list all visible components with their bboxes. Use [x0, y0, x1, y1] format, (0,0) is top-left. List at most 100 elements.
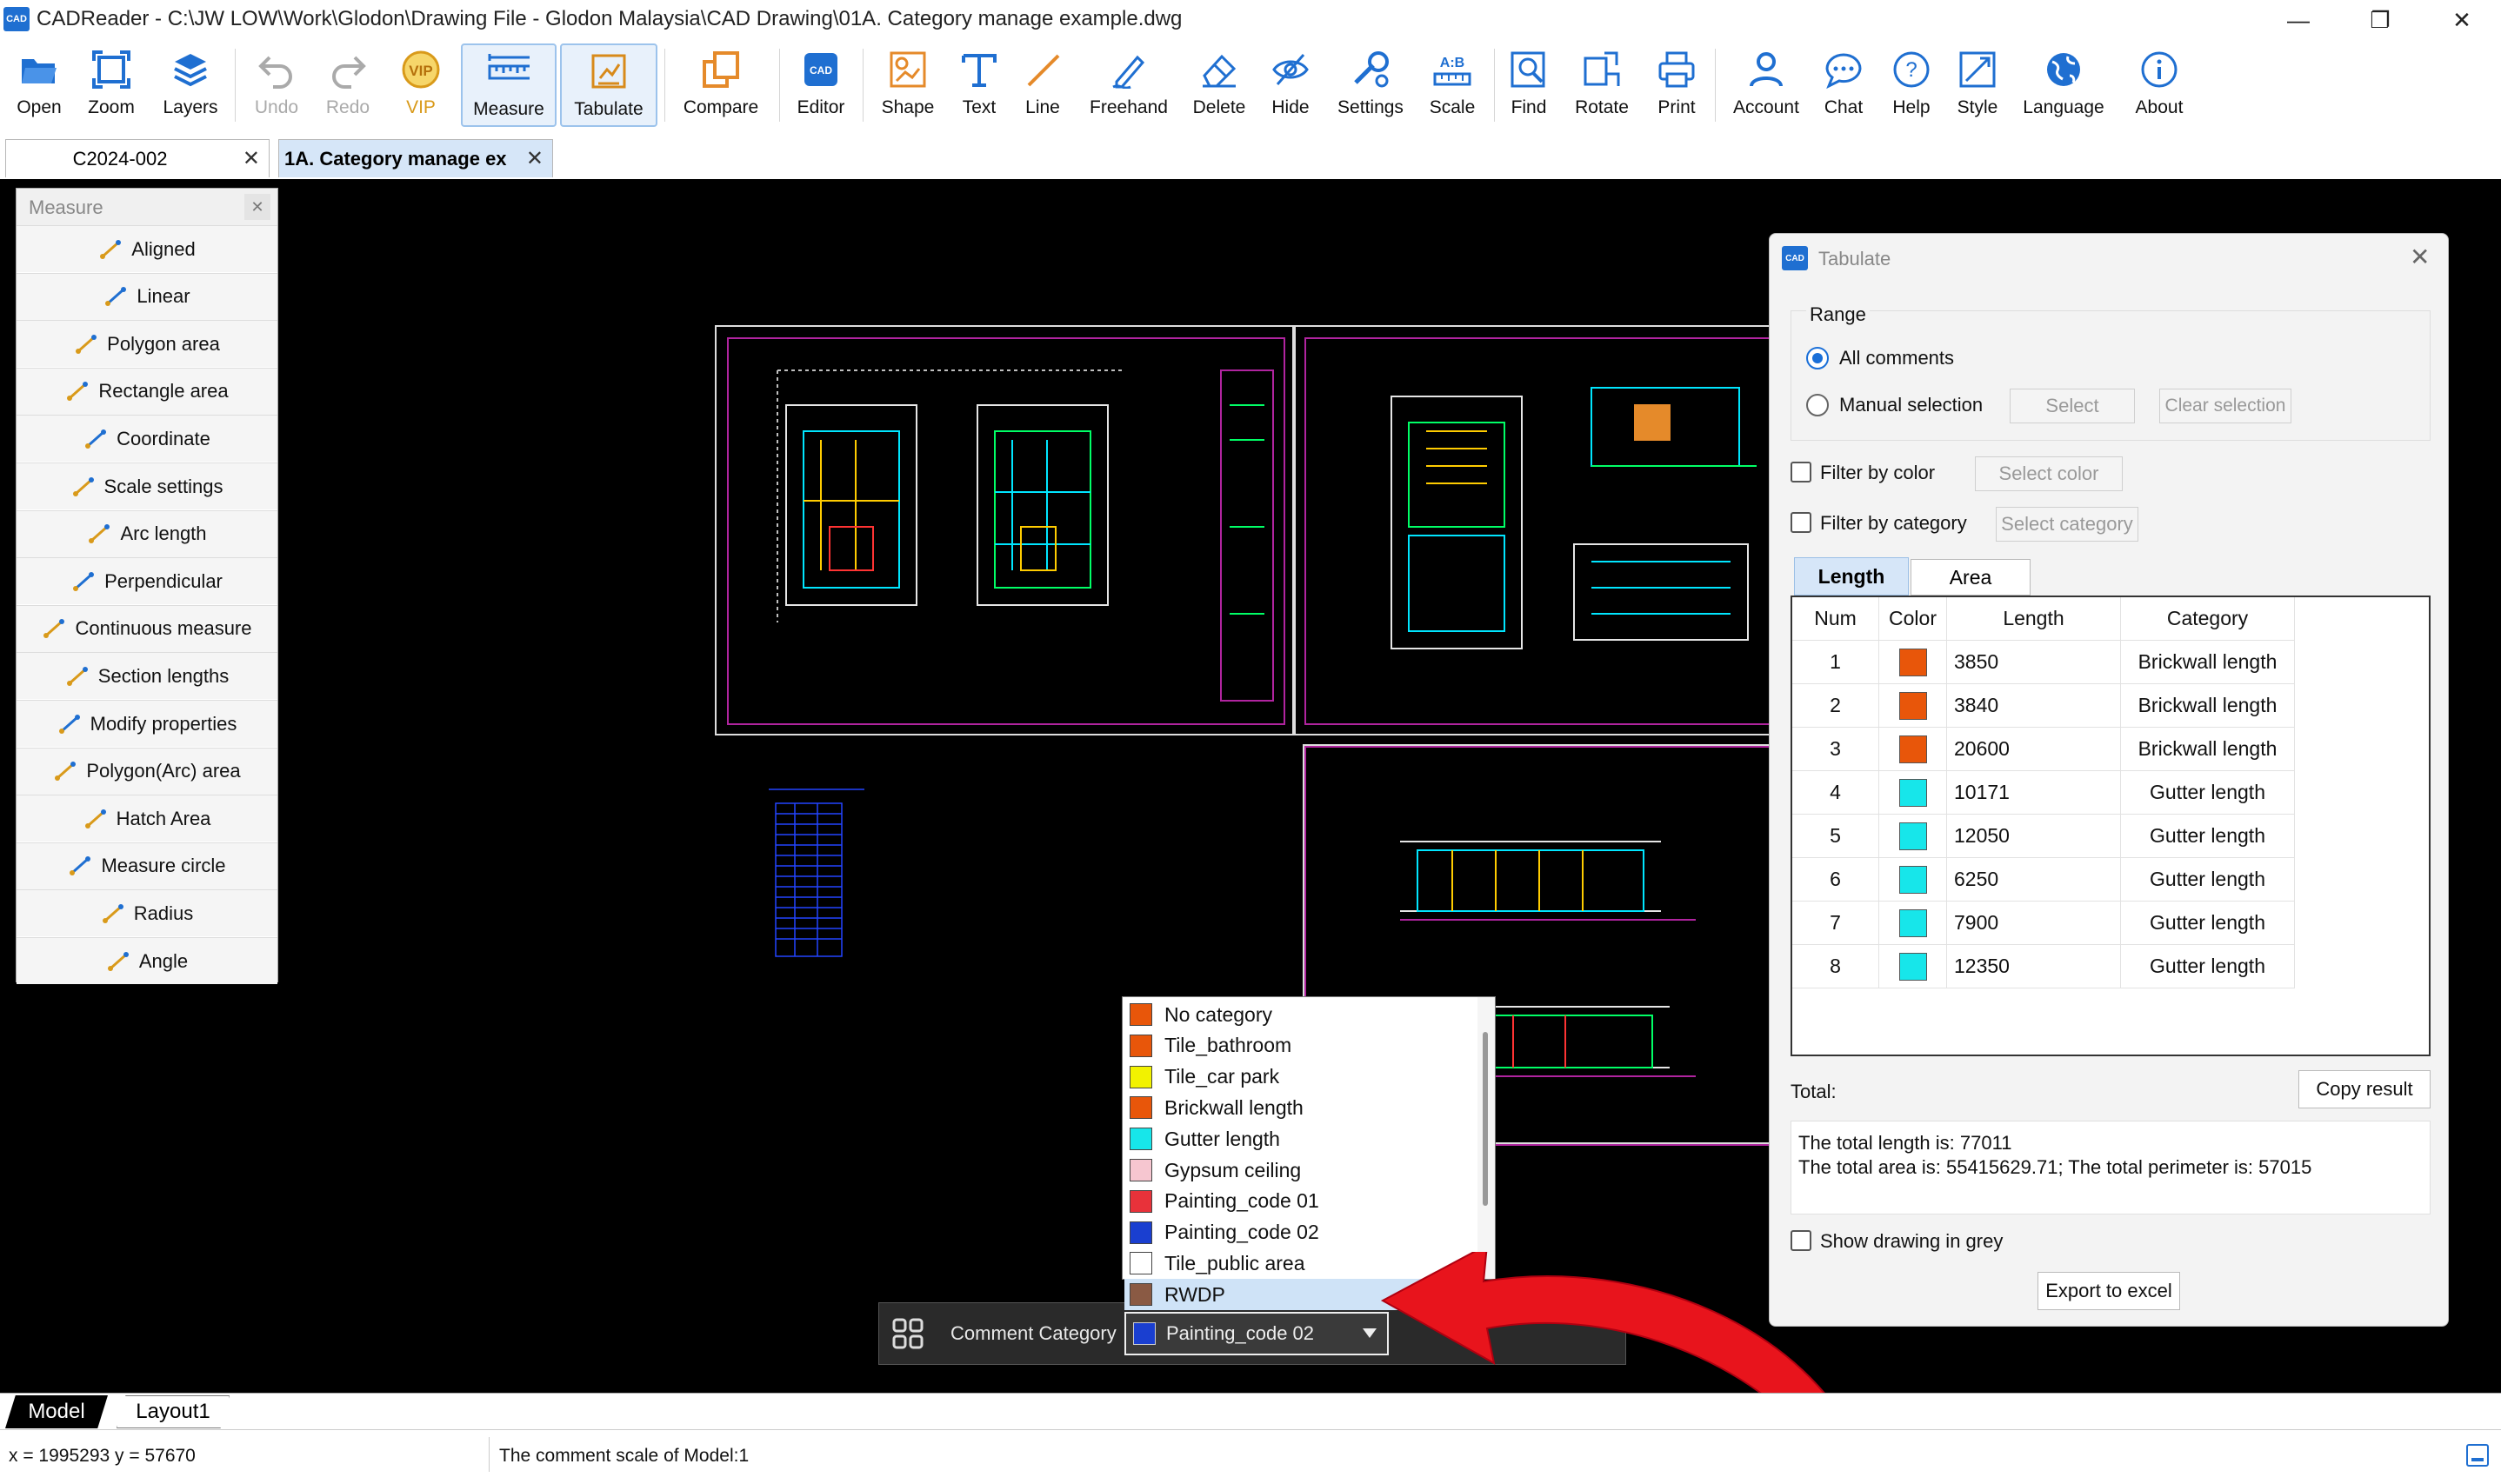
measure-item-rectangle-area[interactable]: Rectangle area	[17, 367, 277, 415]
measure-item-measure-circle[interactable]: Measure circle	[17, 842, 277, 889]
close-icon[interactable]: ✕	[2410, 243, 2430, 271]
measure-item-section-lengths[interactable]: Section lengths	[17, 652, 277, 700]
help-button[interactable]: ? Help	[1880, 43, 1943, 127]
delete-button[interactable]: Delete	[1183, 43, 1256, 127]
column-header[interactable]: Length	[1947, 597, 2121, 641]
filter-by-category-checkbox[interactable]	[1791, 512, 1811, 533]
comment-category-select[interactable]: Painting_code 02	[1124, 1312, 1389, 1355]
measure-item-coordinate[interactable]: Coordinate	[17, 415, 277, 463]
column-header[interactable]: Color	[1879, 597, 1947, 641]
help-icon: ?	[1891, 49, 1932, 90]
tab-area[interactable]: Area	[1911, 559, 2031, 596]
measure-item-arc-length[interactable]: Arc length	[17, 509, 277, 557]
dropdown-scrollbar[interactable]	[1477, 997, 1495, 1279]
scale-button[interactable]: A:B Scale	[1417, 43, 1487, 127]
measure-item-continuous-measure[interactable]: Continuous measure	[17, 604, 277, 652]
copy-result-button[interactable]: Copy result	[2298, 1070, 2431, 1108]
manual-selection-radio[interactable]	[1806, 394, 1829, 416]
find-button[interactable]: Find	[1499, 43, 1558, 127]
measure-tool-icon	[87, 521, 113, 547]
category-color-swatch	[1130, 1065, 1152, 1088]
dropdown-option[interactable]: Tile_bathroom	[1124, 1030, 1477, 1061]
clear-selection-button[interactable]: Clear selection	[2159, 389, 2291, 423]
select-color-button[interactable]: Select color	[1975, 456, 2123, 491]
restore-button[interactable]: ❐	[2350, 0, 2411, 40]
minimize-button[interactable]: —	[2268, 0, 2329, 40]
measure-item-scale-settings[interactable]: Scale settings	[17, 463, 277, 509]
tab-category-manage[interactable]: 1A. Category manage ex ✕	[278, 139, 553, 177]
language-button[interactable]: Language	[2016, 43, 2111, 127]
measure-tool-icon	[74, 331, 100, 357]
category-color-swatch	[1130, 1221, 1152, 1244]
column-header[interactable]: Category	[2121, 597, 2295, 641]
dropdown-option[interactable]: Painting_code 01	[1124, 1186, 1477, 1217]
measure-item-hatch-area[interactable]: Hatch Area	[17, 795, 277, 842]
about-button[interactable]: About	[2122, 43, 2197, 127]
scrollbar-thumb[interactable]	[1483, 1032, 1488, 1206]
select-category-button[interactable]: Select category	[1996, 507, 2138, 542]
show-grey-checkbox[interactable]	[1791, 1230, 1811, 1251]
layers-button[interactable]: Layers	[153, 43, 228, 127]
panel-toggle-icon[interactable]	[2466, 1444, 2489, 1467]
open-button[interactable]: Open	[5, 43, 73, 127]
compare-button[interactable]: Compare	[673, 43, 769, 127]
pen-icon	[1108, 49, 1150, 90]
measure-button[interactable]: Measure	[461, 43, 557, 127]
select-button[interactable]: Select	[2010, 389, 2135, 423]
chat-button[interactable]: Chat	[1811, 43, 1877, 127]
measure-item-polygon-area[interactable]: Polygon area	[17, 320, 277, 368]
hide-button[interactable]: Hide	[1259, 43, 1322, 127]
row-color	[1879, 728, 1947, 771]
style-button[interactable]: Style	[1946, 43, 2009, 127]
vip-button[interactable]: VIP VIP	[386, 43, 456, 127]
tab-model[interactable]: Model	[5, 1395, 108, 1428]
measure-item-linear[interactable]: Linear	[17, 272, 277, 320]
status-bar: x = 1995293 y = 57670 The comment scale …	[0, 1429, 2501, 1484]
export-excel-button[interactable]: Export to excel	[2037, 1272, 2180, 1310]
measure-tool-icon	[65, 378, 91, 404]
print-button[interactable]: Print	[1644, 43, 1710, 127]
line-icon	[1022, 49, 1064, 90]
tab-c2024-002[interactable]: C2024-002 ✕	[5, 139, 270, 177]
floor-plan-drawing	[1391, 387, 1757, 649]
undo-button[interactable]: Undo	[242, 43, 311, 127]
close-icon[interactable]: ✕	[526, 146, 544, 171]
row-num: 8	[1792, 945, 1879, 988]
dropdown-option[interactable]: Painting_code 02	[1124, 1217, 1477, 1248]
measure-item-label: Hatch Area	[116, 807, 211, 829]
filter-by-color-checkbox[interactable]	[1791, 462, 1811, 482]
dropdown-option[interactable]: No category	[1124, 999, 1477, 1030]
category-grid-icon[interactable]	[888, 1314, 928, 1354]
freehand-button[interactable]: Freehand	[1080, 43, 1177, 127]
printer-icon	[1656, 49, 1697, 90]
dropdown-option[interactable]: Brickwall length	[1124, 1092, 1477, 1123]
tab-layout1[interactable]: Layout1	[117, 1395, 230, 1428]
measure-item-label: Perpendicular	[104, 569, 223, 592]
measure-item-angle[interactable]: Angle	[17, 937, 277, 984]
dropdown-option[interactable]: Gypsum ceiling	[1124, 1155, 1477, 1186]
row-num: 4	[1792, 771, 1879, 815]
measure-item-aligned[interactable]: Aligned	[17, 225, 277, 272]
redo-button[interactable]: Redo	[313, 43, 383, 127]
text-button[interactable]: Text	[946, 43, 1012, 127]
measure-item-perpendicular[interactable]: Perpendicular	[17, 557, 277, 605]
close-icon[interactable]: ✕	[243, 146, 260, 171]
dropdown-option[interactable]: Tile_car park	[1124, 1061, 1477, 1093]
close-icon[interactable]: ✕	[244, 194, 270, 220]
settings-button[interactable]: Settings	[1331, 43, 1411, 127]
all-comments-radio[interactable]	[1806, 347, 1829, 369]
line-button[interactable]: Line	[1010, 43, 1075, 127]
close-window-button[interactable]: ✕	[2431, 0, 2492, 40]
zoom-button[interactable]: Zoom	[77, 43, 146, 127]
measure-item-modify-properties[interactable]: Modify properties	[17, 700, 277, 747]
shape-button[interactable]: Shape	[873, 43, 943, 127]
column-header[interactable]: Num	[1792, 597, 1879, 641]
measure-item-polygon-arc-area[interactable]: Polygon(Arc) area	[17, 747, 277, 795]
tab-length[interactable]: Length	[1794, 557, 1909, 596]
editor-button[interactable]: CAD Editor	[786, 43, 856, 127]
measure-item-radius[interactable]: Radius	[17, 889, 277, 937]
rotate-button[interactable]: Rotate	[1565, 43, 1638, 127]
account-button[interactable]: Account	[1725, 43, 1807, 127]
dropdown-option[interactable]: Gutter length	[1124, 1123, 1477, 1155]
tabulate-button[interactable]: Tabulate	[560, 43, 657, 127]
